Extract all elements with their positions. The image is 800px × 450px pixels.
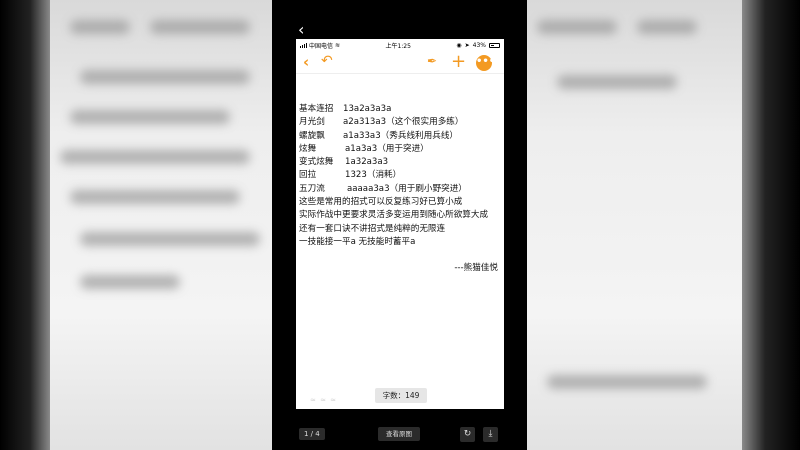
view-original-button[interactable]: 查看原图 bbox=[378, 427, 420, 441]
note-line: 还有一套口诀不讲招式是纯粹的无限连 bbox=[299, 223, 446, 234]
more-icon[interactable]: ••• bbox=[476, 55, 495, 71]
image-viewer: ‹ 中国电信 ≋ 上午1:25 ◉ ➤ 43% ‹ ↶ ✒ + ••• 基本连招… bbox=[272, 0, 527, 450]
combo-row: 月光剑 a2a313a3（这个很实用多练） bbox=[299, 117, 464, 128]
page-indicator: 1 / 4 bbox=[299, 428, 325, 440]
rotate-button[interactable]: ↻ bbox=[460, 427, 475, 442]
plus-icon[interactable]: + bbox=[451, 51, 466, 72]
viewer-back-button[interactable]: ‹ bbox=[298, 22, 304, 38]
battery-percent: 43% bbox=[472, 41, 486, 49]
word-count-badge: 字数：149 bbox=[375, 388, 427, 403]
background-right-edge bbox=[742, 0, 800, 450]
status-bar: 中国电信 ≋ 上午1:25 ◉ ➤ 43% bbox=[296, 39, 504, 51]
combo-row: 螺旋飘 a1a33a3（秀兵线利用兵线） bbox=[299, 130, 459, 141]
note-line: 实际作战中更要求灵活多变运用到随心所欲算大成 bbox=[299, 210, 489, 221]
screenshot-image: 中国电信 ≋ 上午1:25 ◉ ➤ 43% ‹ ↶ ✒ + ••• 基本连招 13… bbox=[296, 39, 504, 409]
background-blur-right bbox=[527, 0, 742, 450]
viewer-bottom-bar: 1 / 4 查看原图 ↻ ⤓ bbox=[272, 420, 527, 450]
lock-rotation-icon: ◉ bbox=[456, 41, 462, 49]
combo-row: 回拉 1323（消耗） bbox=[299, 170, 402, 181]
pen-icon[interactable]: ✒ bbox=[427, 54, 437, 68]
download-icon: ⤓ bbox=[488, 429, 493, 439]
note-line: 一技能接一平a 无技能时蓄平a bbox=[299, 236, 416, 247]
combo-row: 炫舞 a1a3a3（用于突进） bbox=[299, 143, 429, 154]
location-icon: ➤ bbox=[464, 41, 470, 49]
download-button[interactable]: ⤓ bbox=[483, 427, 498, 442]
rotate-icon: ↻ bbox=[463, 429, 472, 439]
combo-row: 基本连招 13a2a3a3a bbox=[299, 104, 392, 114]
background-left-edge bbox=[0, 0, 50, 450]
background-blur-left bbox=[50, 0, 272, 450]
signal-icon bbox=[300, 42, 307, 48]
carrier-label: 中国电信 bbox=[309, 42, 334, 50]
watermark-logo: ≈ ≈ ≈ bbox=[310, 396, 338, 404]
chevron-left-icon: ‹ bbox=[298, 20, 305, 39]
combo-row: 变式炫舞 1a32a3a3 bbox=[299, 157, 389, 168]
battery-icon bbox=[489, 42, 500, 48]
note-line: 这些是常用的招式可以反复练习好已算小成 bbox=[299, 197, 463, 208]
note-toolbar: ‹ ↶ ✒ + ••• bbox=[296, 51, 504, 74]
note-content: 基本连招 13a2a3a3a 月光剑 a2a313a3（这个很实用多练） 螺旋飘 a1… bbox=[299, 103, 504, 276]
undo-icon[interactable]: ↶ bbox=[321, 53, 333, 69]
status-time: 上午1:25 bbox=[385, 42, 411, 50]
chevron-left-icon[interactable]: ‹ bbox=[303, 53, 309, 71]
combo-row: 五刀流 aaaaa3a3（用于刷小野突进） bbox=[299, 183, 467, 194]
wifi-icon: ≋ bbox=[335, 41, 341, 49]
signature: ---熊猫佳悦 bbox=[454, 263, 498, 274]
